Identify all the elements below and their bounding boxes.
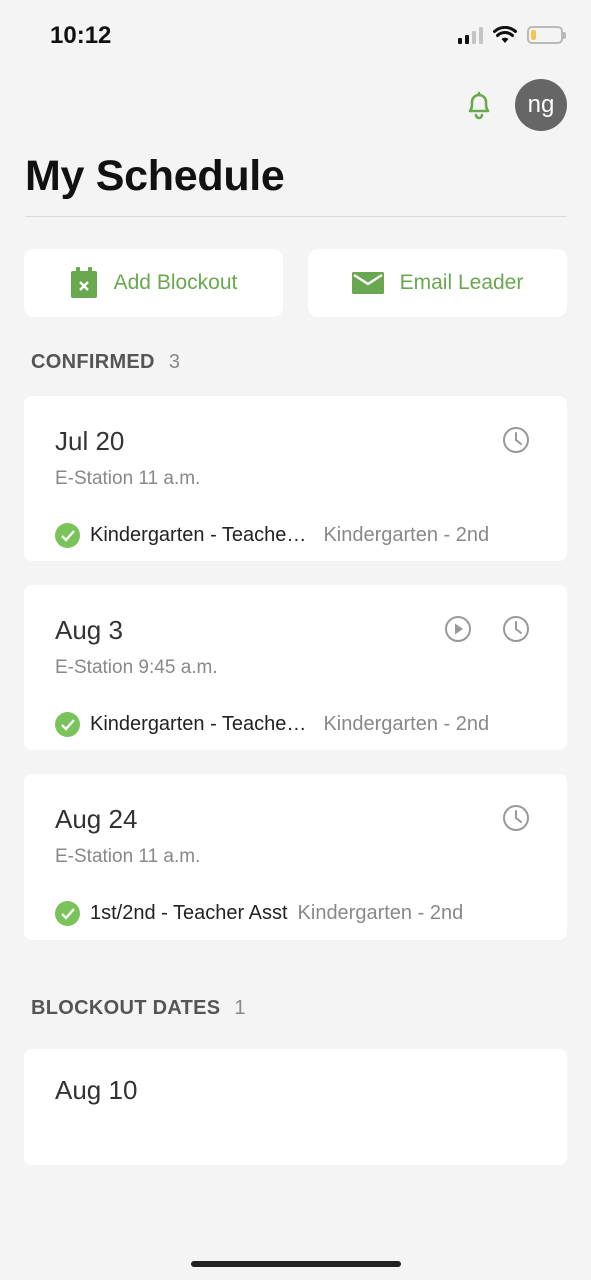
wifi-icon — [493, 26, 517, 43]
home-indicator — [191, 1261, 401, 1267]
clock-icon[interactable] — [502, 804, 530, 832]
status-time: 10:12 — [50, 22, 112, 49]
check-circle-icon — [55, 523, 80, 548]
envelope-icon — [351, 272, 384, 294]
calendar-x-icon — [70, 267, 97, 298]
email-leader-button[interactable]: Email Leader — [308, 249, 567, 317]
card-assignment: Kindergarten - Teache… Kindergarten - 2n… — [55, 523, 489, 548]
bell-icon[interactable] — [463, 89, 495, 121]
card-date: Aug 24 — [55, 804, 138, 834]
card-role: 1st/2nd - Teacher Asst — [90, 902, 288, 924]
card-date: Aug 3 — [55, 615, 123, 645]
card-team: Kindergarten - 2nd — [323, 713, 490, 735]
add-blockout-button[interactable]: Add Blockout — [24, 249, 283, 317]
blockout-date: Aug 10 — [55, 1075, 138, 1105]
confirmed-section-header: CONFIRMED 3 — [31, 351, 180, 374]
signal-icon — [458, 26, 483, 44]
blockout-label: BLOCKOUT DATES — [31, 997, 221, 1019]
blockout-card[interactable]: Aug 10 — [24, 1049, 567, 1165]
battery-icon — [527, 26, 566, 44]
schedule-card[interactable]: Jul 20 E-Station 11 a.m. Kindergarten - … — [24, 396, 567, 561]
confirmed-label: CONFIRMED — [31, 351, 155, 373]
clock-icon[interactable] — [502, 615, 530, 643]
card-subtitle: E-Station 9:45 a.m. — [55, 657, 218, 678]
status-icons — [458, 26, 566, 44]
check-circle-icon — [55, 901, 80, 926]
title-divider — [25, 216, 567, 217]
avatar[interactable]: ng — [515, 79, 567, 131]
schedule-card[interactable]: Aug 3 E-Station 9:45 a.m. Kindergarten -… — [24, 585, 567, 750]
email-leader-label: Email Leader — [399, 271, 524, 294]
card-role: Kindergarten - Teache… — [90, 713, 307, 735]
blockout-count: 1 — [234, 997, 246, 1019]
add-blockout-label: Add Blockout — [113, 271, 238, 294]
play-icon[interactable] — [444, 615, 472, 643]
card-subtitle: E-Station 11 a.m. — [55, 846, 201, 867]
card-assignment: Kindergarten - Teache… Kindergarten - 2n… — [55, 712, 489, 737]
confirmed-count: 3 — [168, 351, 181, 373]
clock-icon[interactable] — [502, 426, 530, 454]
card-assignment: 1st/2nd - Teacher Asst Kindergarten - 2n… — [55, 901, 463, 926]
card-team: Kindergarten - 2nd — [297, 902, 464, 924]
card-date: Jul 20 — [55, 426, 125, 456]
status-bar: 10:12 — [0, 0, 591, 76]
page-title: My Schedule — [25, 152, 285, 200]
card-team: Kindergarten - 2nd — [323, 524, 490, 546]
blockout-section-header: BLOCKOUT DATES 1 — [31, 997, 246, 1020]
card-subtitle: E-Station 11 a.m. — [55, 468, 201, 489]
card-role: Kindergarten - Teache… — [90, 524, 307, 546]
check-circle-icon — [55, 712, 80, 737]
header-actions: ng — [463, 79, 567, 131]
schedule-card[interactable]: Aug 24 E-Station 11 a.m. 1st/2nd - Teach… — [24, 774, 567, 940]
